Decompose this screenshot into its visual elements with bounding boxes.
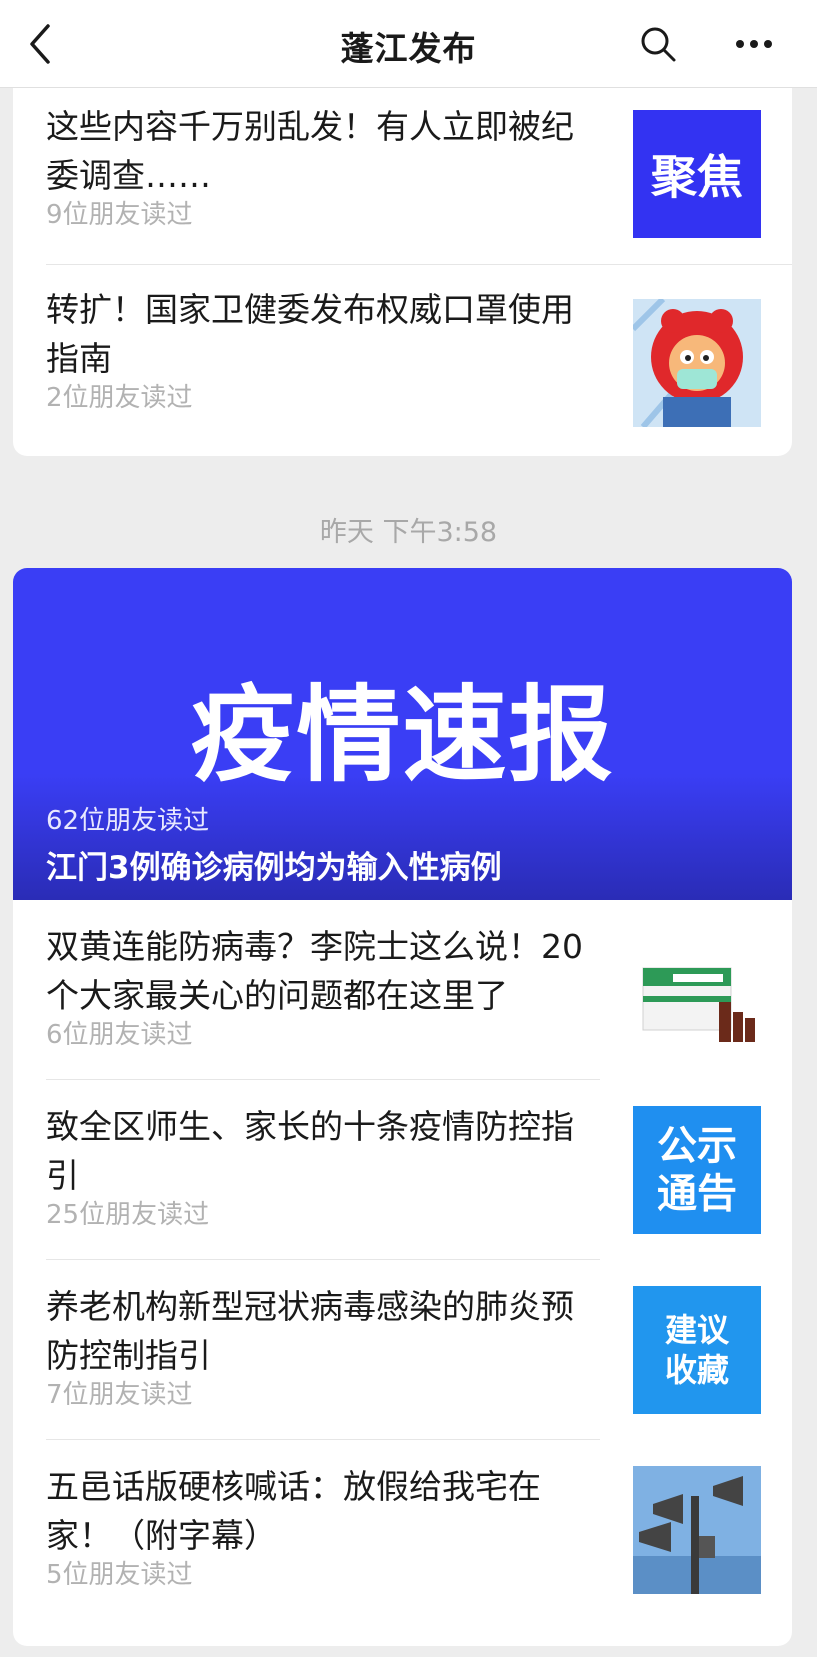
hero-article[interactable]: 疫情速报 62位朋友读过 江门3例确诊病例均为输入性病例 — [13, 568, 792, 900]
article-item[interactable]: 养老机构新型冠状病毒感染的肺炎预防控制指引 7位朋友读过 建议 收藏 — [13, 1260, 792, 1440]
read-count: 5位朋友读过 — [46, 1560, 193, 1590]
article-thumbnail: 公示 通告 — [633, 1106, 761, 1234]
thumbnail-label: 建议 — [664, 1311, 729, 1349]
read-count: 62位朋友读过 — [46, 806, 210, 836]
article-title: 致全区师生、家长的十条疫情防控指引 — [46, 1107, 574, 1195]
loudspeaker-photo-thumbnail — [633, 1466, 761, 1594]
article-title: 双黄连能防病毒？李院士这么说！20个大家最关心的问题都在这里了 — [46, 927, 583, 1015]
article-item[interactable]: 这些内容千万别乱发！有人立即被纪委调查…… 9位朋友读过 聚焦 — [13, 60, 792, 265]
hero-article-title: 江门3例确诊病例均为输入性病例 — [46, 850, 502, 886]
read-count: 6位朋友读过 — [46, 1020, 193, 1050]
medicine-box-thumbnail — [633, 938, 761, 1066]
read-count: 7位朋友读过 — [46, 1380, 193, 1410]
thumbnail-label: 收藏 — [664, 1351, 729, 1389]
thumbnail-label: 公示 — [657, 1123, 737, 1169]
read-count: 25位朋友读过 — [46, 1200, 210, 1230]
article-item[interactable]: 双黄连能防病毒？李院士这么说！20个大家最关心的问题都在这里了 6位朋友读过 — [13, 900, 792, 1080]
article-thumbnail: 建议 收藏 — [633, 1286, 761, 1414]
lion-mascot-mask-thumbnail — [630, 296, 761, 429]
article-title: 养老机构新型冠状病毒感染的肺炎预防控制指引 — [46, 1287, 574, 1375]
message-card: 这些内容千万别乱发！有人立即被纪委调查…… 9位朋友读过 聚焦 转扩！国家卫健委… — [13, 60, 792, 456]
read-count: 2位朋友读过 — [46, 383, 193, 413]
article-thumbnail: 聚焦 — [633, 110, 761, 238]
article-item[interactable]: 致全区师生、家长的十条疫情防控指引 25位朋友读过 公示 通告 — [13, 1080, 792, 1260]
article-item[interactable]: 转扩！国家卫健委发布权威口罩使用指南 2位朋友读过 — [13, 265, 792, 456]
top-nav-bar: 蓬江发布 — [0, 0, 817, 88]
search-icon[interactable] — [638, 24, 678, 64]
message-card: 疫情速报 62位朋友读过 江门3例确诊病例均为输入性病例 双黄连能防病毒？李院士… — [13, 568, 792, 1646]
thumbnail-label: 通告 — [657, 1171, 737, 1217]
article-item[interactable]: 五邑话版硬核喊话：放假给我宅在家！（附字幕） 5位朋友读过 — [13, 1440, 792, 1630]
article-title: 五邑话版硬核喊话：放假给我宅在家！（附字幕） — [46, 1467, 541, 1555]
page-title: 蓬江发布 — [340, 29, 477, 68]
hero-cover-text: 疫情速报 — [190, 674, 615, 796]
article-title: 这些内容千万别乱发！有人立即被纪委调查…… — [46, 107, 574, 195]
article-title: 转扩！国家卫健委发布权威口罩使用指南 — [46, 290, 574, 378]
read-count: 9位朋友读过 — [46, 200, 193, 230]
thumbnail-label: 聚焦 — [651, 150, 743, 204]
more-options-icon[interactable] — [732, 26, 776, 62]
message-timestamp: 昨天 下午3:58 — [319, 517, 498, 548]
